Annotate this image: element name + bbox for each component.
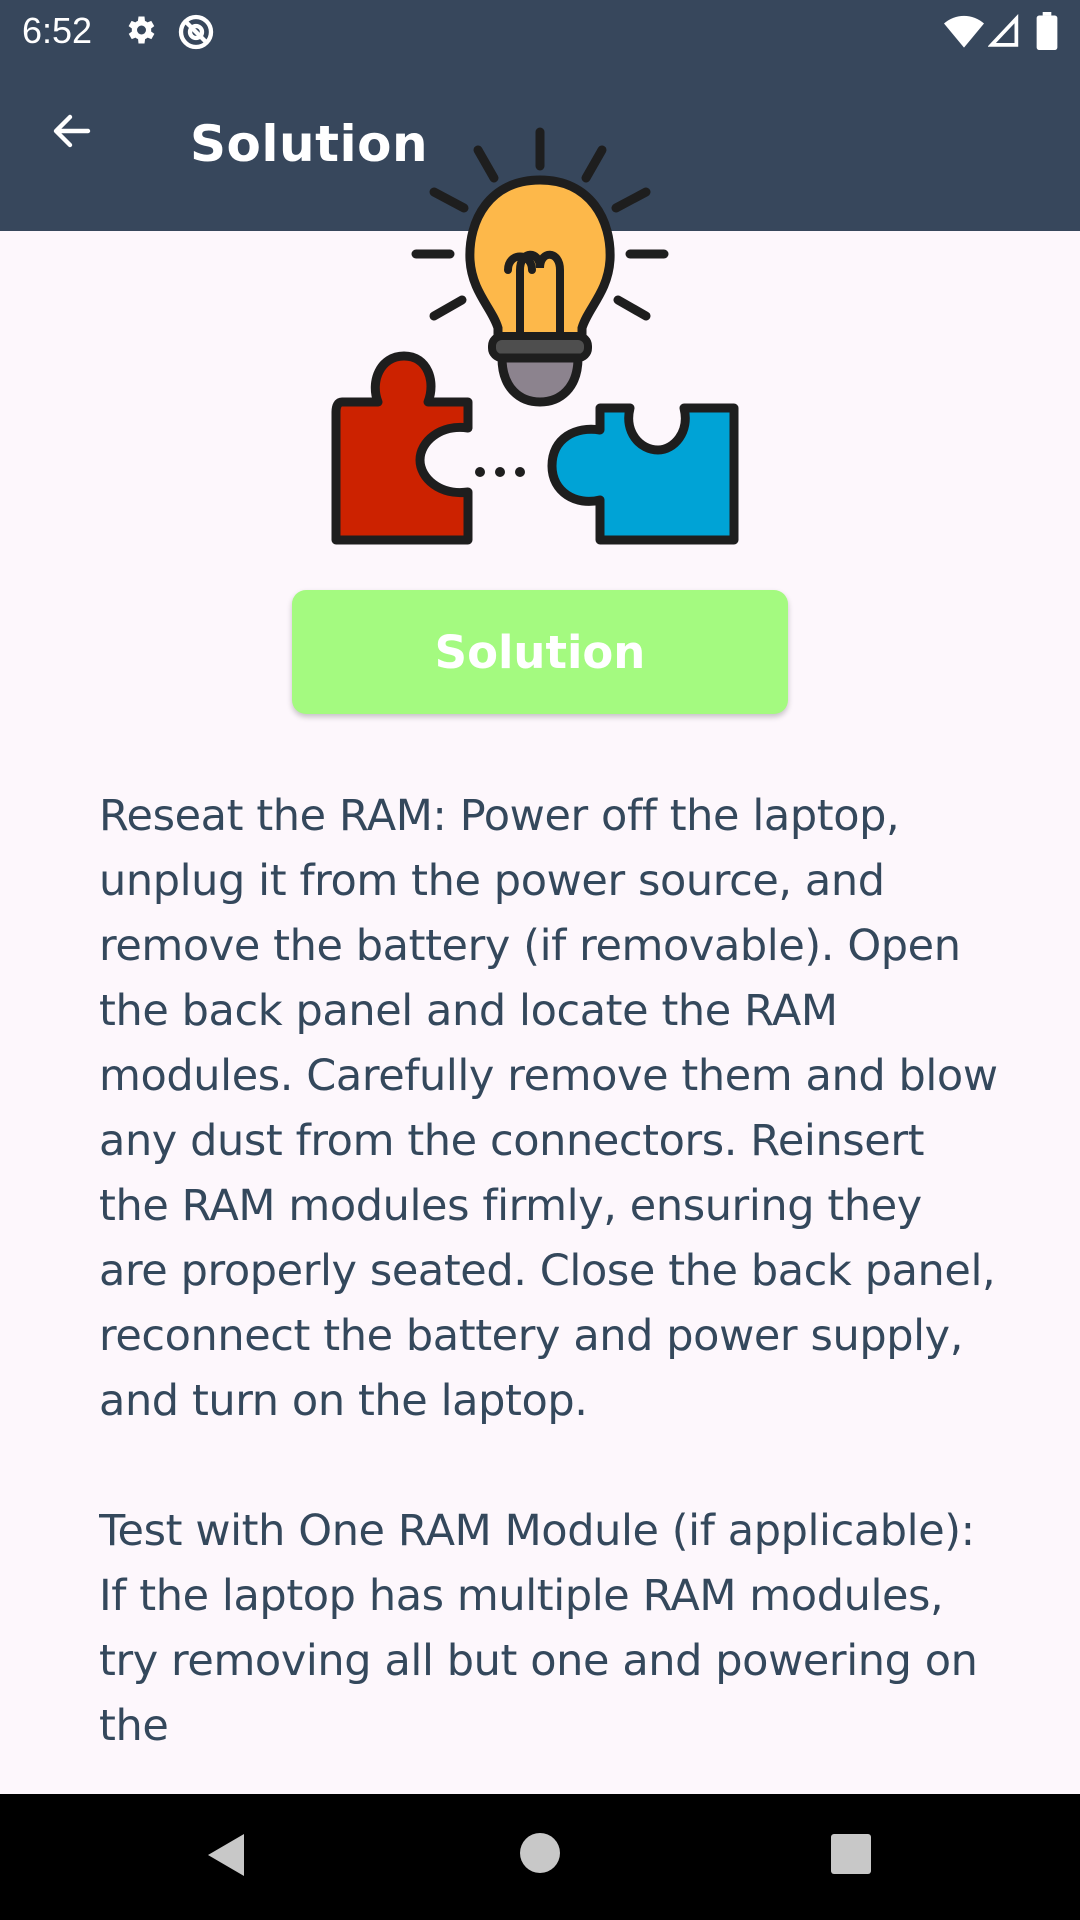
gear-icon [122,12,158,52]
wifi-icon [944,14,984,52]
solution-text: Reseat the RAM: Power off the laptop, un… [99,784,999,1794]
lightbulb-puzzle-icon [320,120,760,550]
signal-icon [987,13,1020,52]
solution-paragraph: Reseat the RAM: Power off the laptop, un… [99,791,998,1426]
solution-paragraph: Test with One RAM Module (if applicable)… [99,1506,978,1751]
status-time: 6:52 [22,10,93,51]
battery-icon [1036,12,1058,54]
navigation-bar [0,1794,1080,1920]
solution-button[interactable]: Solution [292,590,788,714]
arrow-back-icon [48,107,96,159]
back-triangle-icon[interactable] [204,1830,248,1884]
back-button[interactable] [36,97,108,169]
status-bar: 6:52 [0,0,1080,63]
at-sign-icon [176,12,216,56]
recents-square-icon[interactable] [830,1833,872,1879]
home-circle-icon[interactable] [518,1831,562,1879]
